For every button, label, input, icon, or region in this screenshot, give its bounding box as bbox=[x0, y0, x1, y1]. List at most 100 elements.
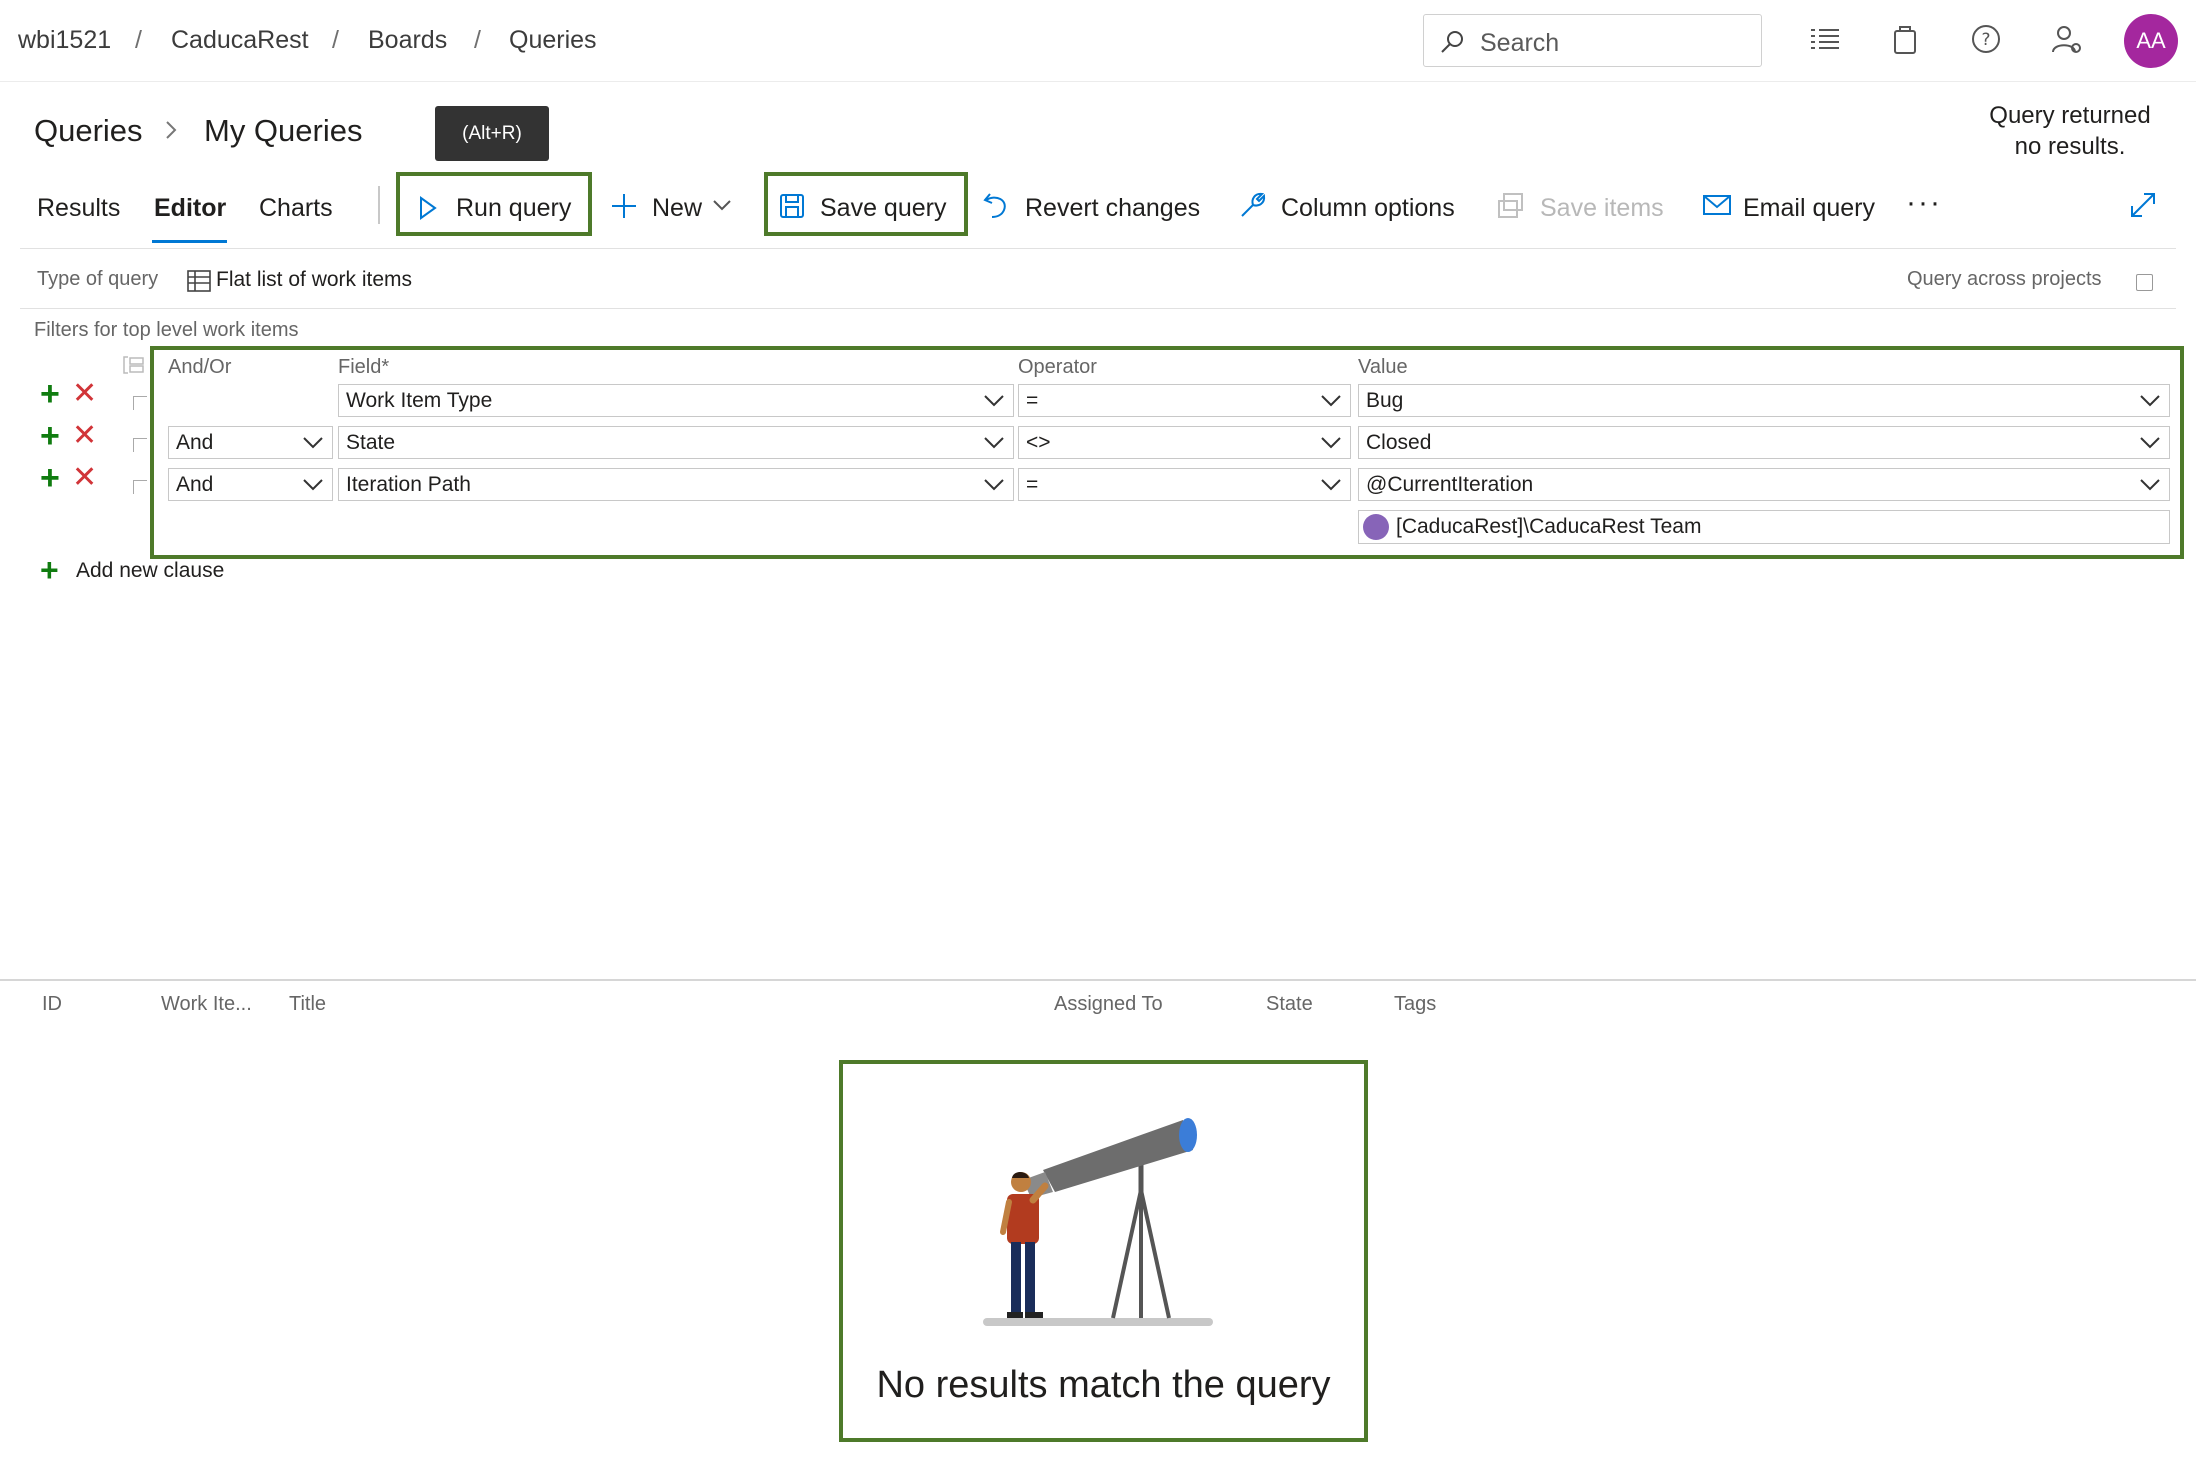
insert-clause-icon[interactable]: + bbox=[40, 377, 60, 411]
results-column-title[interactable]: Title bbox=[289, 993, 326, 1016]
insert-clause-icon[interactable]: + bbox=[40, 419, 60, 453]
more-actions-button[interactable]: ··· bbox=[1900, 172, 1948, 236]
save-query-button[interactable]: Save query bbox=[764, 172, 968, 236]
breadcrumb-project[interactable]: CaducaRest bbox=[171, 26, 309, 55]
value-text: Closed bbox=[1366, 431, 1432, 454]
and-or-value: And bbox=[176, 473, 214, 496]
chevron-down-icon bbox=[1321, 479, 1341, 491]
results-column-assigned-to[interactable]: Assigned To bbox=[1054, 993, 1163, 1016]
queries-hub-link[interactable]: Queries bbox=[34, 113, 143, 149]
field-dropdown[interactable]: Work Item Type bbox=[338, 384, 1014, 417]
status-line: no results. bbox=[2014, 133, 2126, 160]
play-icon bbox=[420, 196, 437, 220]
chevron-down-icon bbox=[713, 200, 731, 211]
save-items-button: Save items bbox=[1494, 172, 1666, 236]
run-query-button[interactable]: Run query bbox=[396, 172, 592, 236]
chevron-down-icon bbox=[984, 395, 1004, 407]
field-dropdown[interactable]: State bbox=[338, 426, 1014, 459]
chevron-down-icon bbox=[303, 479, 323, 491]
column-header-operator: Operator bbox=[1018, 356, 1097, 378]
team-value: [CaducaRest]\CaducaRest Team bbox=[1396, 515, 1702, 538]
value-dropdown[interactable]: Bug bbox=[1358, 384, 2170, 417]
delete-clause-icon[interactable]: ✕ bbox=[72, 379, 97, 409]
field-dropdown[interactable]: Iteration Path bbox=[338, 468, 1014, 501]
user-avatar[interactable]: AA bbox=[2124, 14, 2178, 68]
column-header-and-or: And/Or bbox=[168, 356, 232, 378]
value-dropdown[interactable]: @CurrentIteration bbox=[1358, 468, 2170, 501]
query-across-projects-checkbox[interactable] bbox=[2136, 274, 2153, 291]
clause-select-checkbox[interactable] bbox=[133, 480, 147, 494]
team-picker-input[interactable]: [CaducaRest]\CaducaRest Team bbox=[1358, 510, 2170, 544]
search-input[interactable]: Search bbox=[1423, 14, 1762, 67]
operator-value: <> bbox=[1026, 431, 1051, 454]
wrench-icon bbox=[1241, 192, 1266, 217]
revert-changes-button[interactable]: Revert changes bbox=[980, 172, 1202, 236]
group-clauses-icon[interactable] bbox=[120, 354, 146, 376]
work-items-list-icon[interactable] bbox=[1808, 22, 1842, 56]
active-tab-indicator bbox=[152, 240, 227, 243]
results-column-id[interactable]: ID bbox=[42, 993, 62, 1016]
operator-dropdown[interactable]: = bbox=[1018, 384, 1351, 417]
results-column-tags[interactable]: Tags bbox=[1394, 993, 1436, 1016]
breadcrumb-queries[interactable]: Queries bbox=[509, 26, 597, 55]
new-label: New bbox=[652, 194, 703, 222]
chevron-down-icon bbox=[2140, 437, 2160, 449]
column-options-label: Column options bbox=[1281, 194, 1455, 222]
and-or-dropdown[interactable]: And bbox=[168, 468, 333, 501]
field-value: State bbox=[346, 431, 396, 454]
chevron-down-icon bbox=[2140, 395, 2160, 407]
marketplace-bag-icon[interactable] bbox=[1888, 22, 1922, 56]
value-dropdown[interactable]: Closed bbox=[1358, 426, 2170, 459]
status-line: Query returned bbox=[1989, 102, 2151, 129]
field-value: Iteration Path bbox=[346, 473, 471, 496]
chevron-down-icon bbox=[984, 479, 1004, 491]
flat-list-icon bbox=[187, 270, 211, 292]
operator-dropdown[interactable]: <> bbox=[1018, 426, 1351, 459]
value-text: Bug bbox=[1366, 389, 1404, 412]
email-query-button[interactable]: Email query bbox=[1700, 172, 1880, 236]
empty-results-message: No results match the query bbox=[876, 1364, 1331, 1406]
delete-clause-icon[interactable]: ✕ bbox=[72, 421, 97, 451]
clause-row-controls: + ✕ bbox=[40, 461, 110, 495]
tab-charts[interactable]: Charts bbox=[259, 194, 333, 223]
results-column-work-item-type[interactable]: Work Ite... bbox=[161, 993, 252, 1016]
operator-dropdown[interactable]: = bbox=[1018, 468, 1351, 501]
results-splitter[interactable] bbox=[0, 979, 2196, 981]
chevron-down-icon bbox=[984, 437, 1004, 449]
operator-value: = bbox=[1026, 473, 1039, 496]
toolbar-divider bbox=[378, 186, 380, 224]
tab-results[interactable]: Results bbox=[37, 194, 120, 223]
email-query-label: Email query bbox=[1743, 194, 1875, 222]
save-query-label: Save query bbox=[820, 194, 947, 222]
and-or-dropdown[interactable]: And bbox=[168, 426, 333, 459]
chevron-right-icon bbox=[166, 121, 177, 139]
breadcrumb-boards[interactable]: Boards bbox=[368, 26, 447, 55]
column-header-field: Field* bbox=[338, 356, 390, 378]
plus-icon: + bbox=[40, 552, 59, 588]
divider bbox=[20, 308, 2176, 309]
revert-changes-label: Revert changes bbox=[1025, 194, 1201, 222]
results-column-state[interactable]: State bbox=[1266, 993, 1313, 1016]
insert-clause-icon[interactable]: + bbox=[40, 461, 60, 495]
query-type-dropdown[interactable]: Flat list of work items bbox=[216, 268, 412, 292]
more-icon: ··· bbox=[1906, 186, 1942, 219]
fullscreen-expand-icon[interactable] bbox=[2128, 190, 2158, 220]
column-options-button[interactable]: Column options bbox=[1236, 172, 1462, 236]
chevron-down-icon bbox=[2140, 479, 2160, 491]
user-settings-icon[interactable] bbox=[2050, 22, 2084, 56]
empty-results-panel: No results match the query bbox=[839, 1060, 1368, 1442]
page-title: My Queries bbox=[204, 113, 363, 148]
telescope-illustration bbox=[983, 1118, 1213, 1326]
clause-select-checkbox[interactable] bbox=[133, 438, 147, 452]
new-query-button[interactable]: New bbox=[606, 172, 740, 236]
breadcrumb-organization[interactable]: wbi1521 bbox=[18, 26, 111, 55]
filters-title: Filters for top level work items bbox=[34, 319, 299, 341]
clause-select-checkbox[interactable] bbox=[133, 396, 147, 410]
column-header-value: Value bbox=[1358, 356, 1408, 378]
help-icon[interactable]: ? bbox=[1969, 22, 2003, 56]
query-across-projects-label: Query across projects bbox=[1907, 268, 2102, 290]
tab-editor[interactable]: Editor bbox=[154, 194, 226, 223]
save-disk-icon bbox=[780, 194, 804, 218]
clause-row-controls: + ✕ bbox=[40, 419, 110, 453]
delete-clause-icon[interactable]: ✕ bbox=[72, 463, 97, 493]
